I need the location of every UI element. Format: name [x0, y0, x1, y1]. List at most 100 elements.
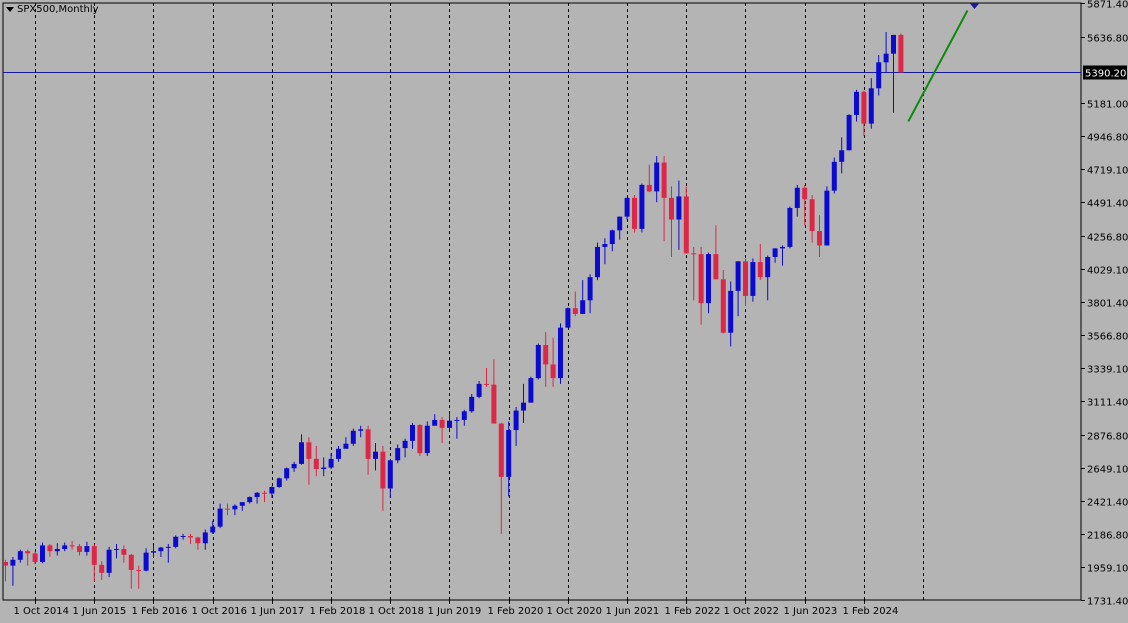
bear-candle[interactable]: [69, 545, 75, 547]
bull-candle[interactable]: [824, 190, 830, 246]
bear-candle[interactable]: [380, 451, 386, 489]
bull-candle[interactable]: [609, 230, 615, 245]
bull-candle[interactable]: [580, 300, 586, 314]
bull-candle[interactable]: [106, 549, 112, 573]
bear-candle[interactable]: [128, 554, 134, 570]
bull-candle[interactable]: [10, 559, 16, 566]
bull-candle[interactable]: [151, 551, 156, 553]
bull-candle[interactable]: [62, 545, 68, 550]
bull-candle[interactable]: [728, 290, 734, 333]
bull-candle[interactable]: [232, 505, 238, 510]
bear-candle[interactable]: [817, 231, 822, 246]
bull-candle[interactable]: [373, 451, 378, 459]
bear-candle[interactable]: [195, 537, 201, 544]
bull-candle[interactable]: [284, 468, 290, 479]
bull-candle[interactable]: [40, 545, 45, 562]
bull-candle[interactable]: [639, 184, 645, 229]
bull-candle[interactable]: [469, 396, 475, 412]
bull-candle[interactable]: [676, 196, 682, 220]
bull-candle[interactable]: [876, 62, 882, 89]
bear-candle[interactable]: [802, 187, 808, 200]
bull-candle[interactable]: [595, 246, 600, 278]
bull-candle[interactable]: [513, 410, 519, 431]
bull-candle[interactable]: [84, 546, 90, 552]
bear-candle[interactable]: [632, 197, 637, 229]
bull-candle[interactable]: [846, 114, 852, 151]
bull-candle[interactable]: [402, 440, 408, 449]
bull-candle[interactable]: [173, 536, 179, 547]
bear-candle[interactable]: [121, 549, 127, 555]
bear-candle[interactable]: [313, 458, 319, 469]
bull-candle[interactable]: [54, 549, 60, 552]
bull-candle[interactable]: [535, 344, 541, 379]
bull-candle[interactable]: [247, 497, 253, 503]
bear-candle[interactable]: [720, 279, 726, 333]
bull-candle[interactable]: [410, 424, 415, 441]
bull-candle[interactable]: [165, 546, 171, 548]
bull-candle[interactable]: [476, 383, 482, 397]
bull-candle[interactable]: [461, 411, 467, 420]
bull-candle[interactable]: [854, 91, 859, 115]
bull-candle[interactable]: [839, 150, 845, 162]
bull-candle[interactable]: [321, 467, 327, 469]
bull-candle[interactable]: [868, 88, 874, 124]
bear-candle[interactable]: [306, 442, 312, 459]
bull-candle[interactable]: [217, 508, 223, 527]
bull-candle[interactable]: [521, 402, 526, 411]
bear-candle[interactable]: [661, 162, 667, 198]
bull-candle[interactable]: [587, 277, 593, 301]
bear-candle[interactable]: [491, 384, 497, 424]
bull-candle[interactable]: [210, 526, 216, 533]
bull-candle[interactable]: [447, 420, 452, 428]
bull-candle[interactable]: [750, 262, 756, 296]
bull-candle[interactable]: [506, 430, 512, 477]
dropdown-triangle-icon[interactable]: [6, 7, 14, 12]
bear-candle[interactable]: [572, 308, 578, 314]
bear-candle[interactable]: [417, 424, 423, 454]
bull-candle[interactable]: [624, 197, 630, 217]
bear-candle[interactable]: [743, 261, 748, 296]
bull-candle[interactable]: [180, 536, 186, 538]
bear-candle[interactable]: [77, 546, 82, 552]
bull-candle[interactable]: [202, 532, 208, 544]
bull-candle[interactable]: [617, 216, 623, 231]
bear-candle[interactable]: [262, 492, 267, 494]
bull-candle[interactable]: [787, 207, 793, 247]
bear-candle[interactable]: [683, 196, 689, 254]
bear-candle[interactable]: [498, 423, 504, 477]
bear-candle[interactable]: [225, 508, 230, 510]
bear-candle[interactable]: [484, 383, 489, 385]
bear-candle[interactable]: [669, 197, 674, 220]
bear-candle[interactable]: [91, 546, 97, 565]
bull-candle[interactable]: [254, 492, 260, 498]
bull-candle[interactable]: [891, 34, 896, 54]
trendline[interactable]: [907, 9, 969, 122]
bear-candle[interactable]: [861, 91, 867, 124]
bull-candle[interactable]: [387, 460, 393, 489]
bull-candle[interactable]: [158, 547, 164, 552]
bull-candle[interactable]: [395, 448, 401, 461]
bear-candle[interactable]: [136, 569, 142, 571]
bull-candle[interactable]: [654, 162, 660, 192]
bull-candle[interactable]: [336, 448, 341, 459]
bear-candle[interactable]: [188, 536, 193, 538]
bear-candle[interactable]: [25, 551, 31, 554]
bull-candle[interactable]: [883, 53, 889, 63]
bear-candle[interactable]: [550, 364, 556, 379]
bear-candle[interactable]: [698, 254, 704, 304]
bear-candle[interactable]: [99, 564, 105, 573]
bull-candle[interactable]: [143, 552, 149, 571]
candlestick-chart[interactable]: 1 Oct 2014 1 Jun 2015 1 Feb 2016 1 Oct 2016…: [0, 0, 1128, 623]
bull-candle[interactable]: [780, 246, 785, 249]
bull-candle[interactable]: [794, 187, 800, 208]
bear-candle[interactable]: [3, 561, 8, 566]
bull-candle[interactable]: [17, 551, 23, 560]
bull-candle[interactable]: [558, 327, 563, 379]
bull-candle[interactable]: [269, 487, 275, 494]
bull-candle[interactable]: [528, 378, 534, 403]
bull-candle[interactable]: [328, 458, 334, 468]
bear-candle[interactable]: [713, 254, 719, 280]
bull-candle[interactable]: [424, 425, 430, 454]
bear-candle[interactable]: [691, 253, 697, 255]
bull-candle[interactable]: [239, 502, 245, 506]
